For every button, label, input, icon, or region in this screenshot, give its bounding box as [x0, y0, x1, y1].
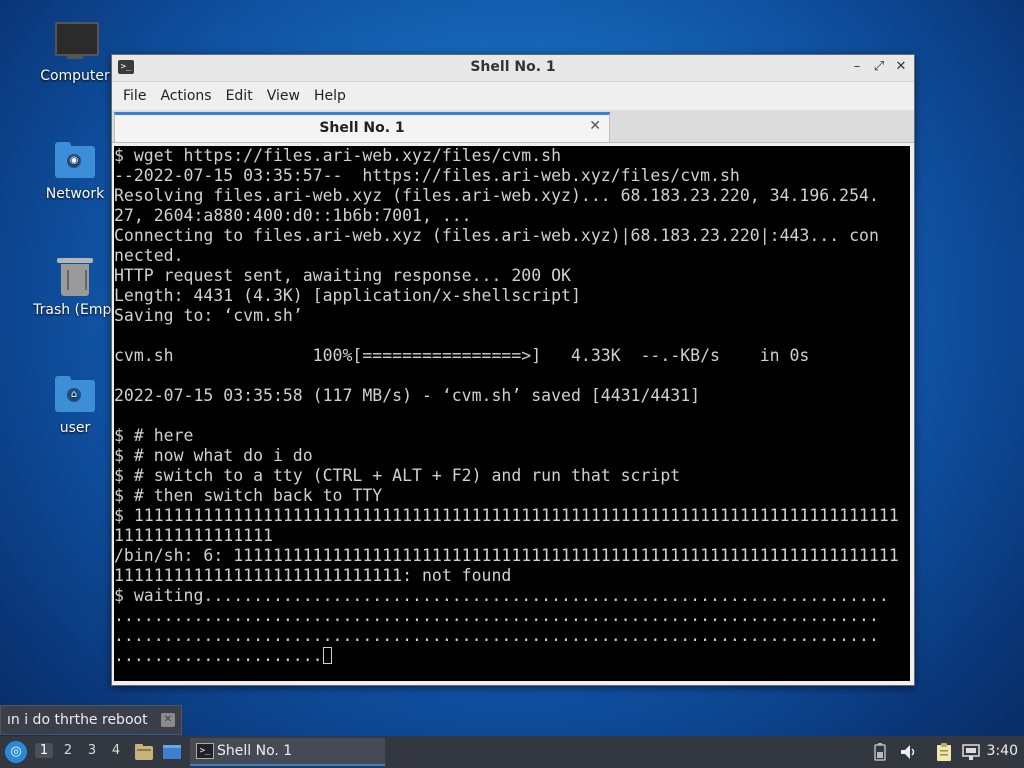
terminal-window: >_ Shell No. 1 – ⤢ ✕ File Actions Edit V…	[111, 54, 915, 686]
terminal-text: $ wget https://files.ari-web.xyz/files/c…	[114, 146, 910, 666]
maximize-button[interactable]: ⤢	[870, 58, 888, 76]
taskbar-item-label: Shell No. 1	[217, 743, 293, 759]
window-titlebar[interactable]: >_ Shell No. 1 – ⤢ ✕	[112, 55, 914, 82]
terminal-line: .....................	[114, 646, 910, 666]
workspace-3[interactable]: 3	[83, 743, 101, 758]
tab-label: Shell No. 1	[319, 120, 405, 136]
terminal-line: /bin/sh: 6: 1111111111111111111111111111…	[114, 546, 899, 565]
terminal-cursor	[322, 647, 332, 664]
workspace-4[interactable]: 4	[107, 743, 125, 758]
desktop-icon-label: Trash (Empt	[33, 302, 117, 318]
menu-edit[interactable]: Edit	[219, 88, 260, 104]
terminal-output[interactable]: $ wget https://files.ari-web.xyz/files/c…	[114, 146, 910, 681]
terminal-line: $ wget https://files.ari-web.xyz/files/c…	[114, 146, 562, 165]
panel-text-input[interactable]: ın i do thrthe reboot ✕	[0, 705, 182, 735]
desktop-icon-network[interactable]: ◉ Network	[30, 140, 120, 202]
network-folder-icon: ◉	[53, 140, 97, 180]
clock[interactable]: 3:40	[987, 743, 1018, 759]
computer-icon	[53, 22, 99, 62]
terminal-line: ........................................…	[114, 606, 879, 625]
terminal-line: $ # here	[114, 426, 194, 445]
terminal-line: 27, 2604:a880:400:d0::1b6b:7001, ...	[114, 206, 472, 225]
desktop-icon-label: user	[59, 420, 91, 436]
terminal-line: $ # then switch back to TTY	[114, 486, 383, 505]
file-manager-icon[interactable]	[134, 742, 154, 762]
terminal-app-icon: >_	[196, 743, 214, 759]
terminal-line: $ waiting...............................…	[114, 586, 889, 605]
menu-help[interactable]: Help	[307, 88, 353, 104]
battery-icon[interactable]	[870, 742, 890, 762]
tab-shell-1[interactable]: Shell No. 1 ✕	[114, 112, 610, 142]
taskbar-item-shell[interactable]: >_ Shell No. 1	[190, 738, 385, 766]
workspace-1[interactable]: 1	[35, 743, 53, 758]
show-desktop-icon[interactable]	[162, 742, 182, 762]
panel-text-input-value: ın i do thrthe reboot	[7, 712, 148, 728]
menu-actions[interactable]: Actions	[153, 88, 218, 104]
desktop-icon-trash[interactable]: Trash (Empt	[30, 256, 120, 318]
terminal-line: HTTP request sent, awaiting response... …	[114, 266, 571, 285]
tab-bar: Shell No. 1 ✕	[112, 110, 914, 143]
volume-icon[interactable]	[898, 742, 918, 762]
desktop-icon-user[interactable]: ⌂ user	[30, 374, 120, 436]
menu-view[interactable]: View	[260, 88, 307, 104]
close-button[interactable]: ✕	[892, 58, 910, 76]
desktop-icon-computer[interactable]: Computer	[30, 22, 120, 84]
trash-icon	[53, 256, 97, 296]
minimize-button[interactable]: –	[848, 58, 866, 76]
menu-bar: File Actions Edit View Help	[112, 82, 914, 110]
home-folder-icon: ⌂	[53, 374, 97, 414]
terminal-line: cvm.sh 100%[================>] 4.33K --.…	[114, 346, 810, 365]
terminal-line: Length: 4431 (4.3K) [application/x-shell…	[114, 286, 581, 305]
terminal-line: --2022-07-15 03:35:57-- https://files.ar…	[114, 166, 740, 185]
terminal-line: $ # switch to a tty (CTRL + ALT + F2) an…	[114, 466, 681, 485]
window-title: Shell No. 1	[470, 59, 556, 75]
taskbar: ◎ 1 2 3 4 >_ Shell No. 1 3:40	[0, 736, 1024, 768]
terminal-line: Resolving files.ari-web.xyz (files.ari-w…	[114, 186, 879, 205]
terminal-line: 2022-07-15 03:35:58 (117 MB/s) - ‘cvm.sh…	[114, 386, 701, 405]
desktop-icon-label: Computer	[40, 68, 110, 84]
start-menu-button[interactable]: ◎	[5, 741, 27, 763]
clipboard-icon[interactable]	[934, 742, 954, 762]
terminal-line: $ 11111111111111111111111111111111111111…	[114, 506, 899, 525]
desktop-icon-label: Network	[45, 186, 105, 202]
clear-icon[interactable]: ✕	[161, 713, 175, 727]
terminal-line: nected.	[114, 246, 184, 265]
menu-file[interactable]: File	[116, 88, 153, 104]
network-icon[interactable]	[961, 742, 981, 762]
terminal-line: Connecting to files.ari-web.xyz (files.a…	[114, 226, 879, 245]
terminal-line: $ # now what do i do	[114, 446, 313, 465]
terminal-line: 11111111111111111111111111111: not found	[114, 566, 512, 585]
terminal-line: Saving to: ‘cvm.sh’	[114, 306, 303, 325]
terminal-line: ........................................…	[114, 626, 879, 645]
workspace-2[interactable]: 2	[59, 743, 77, 758]
terminal-line: 1111111111111111	[114, 526, 273, 545]
tab-close-icon[interactable]: ✕	[589, 118, 601, 134]
